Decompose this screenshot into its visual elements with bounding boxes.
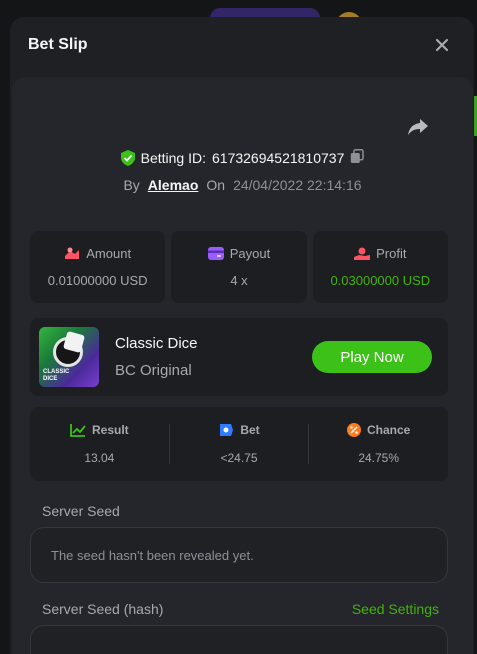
payout-header: Payout xyxy=(207,246,271,261)
server-seed-label: Server Seed xyxy=(42,503,120,519)
close-icon xyxy=(435,38,449,52)
shield-check-icon xyxy=(120,150,135,166)
profit-stat: Profit 0.03000000 USD xyxy=(312,231,448,303)
result-header: Result xyxy=(70,423,129,437)
play-now-button[interactable]: Play Now xyxy=(312,341,432,373)
profit-header: Profit xyxy=(354,246,406,261)
chance-label: Chance xyxy=(367,423,411,437)
server-seed-hash-field[interactable] xyxy=(30,625,448,654)
result-column: Result 13.04 xyxy=(30,423,169,465)
profit-icon xyxy=(354,247,371,260)
game-thumbnail[interactable]: CLASSIC DICE xyxy=(39,327,99,387)
chance-header: Chance xyxy=(347,423,410,437)
modal-title: Bet Slip xyxy=(28,36,88,53)
chance-column: Chance 24.75% xyxy=(309,423,448,465)
amount-stat: Amount 0.01000000 USD xyxy=(30,231,166,303)
wallet-icon xyxy=(207,247,224,260)
on-label: On xyxy=(206,177,226,193)
bet-author-row: By Alemao On 24/04/2022 22:14:16 xyxy=(12,177,473,193)
bet-date: 24/04/2022 22:14:16 xyxy=(233,177,362,193)
bet-slip-content: Betting ID: 61732694521810737 By Alemao … xyxy=(12,77,473,654)
share-icon xyxy=(408,119,428,135)
server-seed-hash-label: Server Seed (hash) xyxy=(42,601,164,617)
betting-id-row: Betting ID: 61732694521810737 xyxy=(12,149,473,167)
payout-label: Payout xyxy=(229,246,271,261)
server-seed-value: The seed hasn't been revealed yet. xyxy=(51,547,254,563)
amount-header: Amount xyxy=(64,246,131,261)
profit-label: Profit xyxy=(376,246,407,261)
game-card: CLASSIC DICE Classic Dice BC Original Pla… xyxy=(30,318,448,396)
game-provider: BC Original xyxy=(115,362,192,379)
copy-button[interactable] xyxy=(350,149,365,167)
bet-results: Result 13.04 Bet <24.75 Chance 24.75% xyxy=(30,407,448,481)
amount-value: 0.01000000 USD xyxy=(47,273,148,288)
bet-header: Bet xyxy=(218,423,260,437)
by-label: By xyxy=(123,177,140,193)
amount-label: Amount xyxy=(86,246,132,261)
result-icon xyxy=(70,424,86,437)
betting-id-value: 61732694521810737 xyxy=(212,150,345,166)
payout-stat: Payout 4 x xyxy=(171,231,307,303)
seed-settings-link[interactable]: Seed Settings xyxy=(352,601,439,617)
profit-value: 0.03000000 USD xyxy=(330,273,431,288)
chance-icon xyxy=(347,423,361,437)
share-button[interactable] xyxy=(407,117,429,142)
bet-slip-modal: Bet Slip Betting ID: 61732694521810737 B… xyxy=(10,17,474,654)
bet-value: <24.75 xyxy=(220,451,258,465)
user-link[interactable]: Alemao xyxy=(148,177,199,193)
copy-icon xyxy=(351,149,365,163)
server-seed-field[interactable]: The seed hasn't been revealed yet. xyxy=(30,527,448,583)
close-button[interactable] xyxy=(430,33,454,57)
chance-value: 24.75% xyxy=(358,451,400,465)
thumbnail-text: CLASSIC DICE xyxy=(43,369,70,382)
coins-icon xyxy=(65,247,80,259)
bet-stats: Amount 0.01000000 USD Payout 4 x Profit … xyxy=(30,231,448,303)
result-label: Result xyxy=(91,423,129,437)
modal-header: Bet Slip xyxy=(10,17,474,73)
bet-icon xyxy=(220,424,234,436)
betting-id-label: Betting ID: xyxy=(140,150,206,166)
game-info: Classic Dice BC Original xyxy=(115,335,312,379)
bet-label: Bet xyxy=(240,423,260,437)
result-value: 13.04 xyxy=(84,451,115,465)
game-name: Classic Dice xyxy=(115,335,198,352)
bet-column: Bet <24.75 xyxy=(170,423,309,465)
payout-value: 4 x xyxy=(230,273,248,288)
